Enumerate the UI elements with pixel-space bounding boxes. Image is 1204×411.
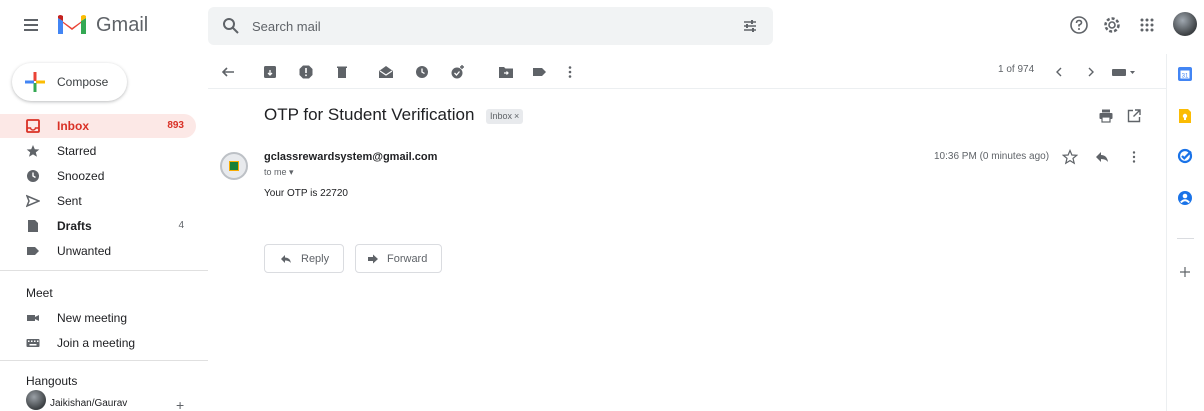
meet-section-title: Meet bbox=[26, 286, 53, 300]
help-icon[interactable] bbox=[1068, 14, 1090, 36]
new-meeting-item[interactable]: New meeting bbox=[0, 306, 196, 330]
contacts-icon[interactable] bbox=[1177, 190, 1193, 206]
toolbar-divider bbox=[208, 88, 1166, 89]
sidebar-item-snoozed[interactable]: Snoozed bbox=[0, 164, 196, 188]
more-vert-icon[interactable] bbox=[1126, 149, 1142, 165]
add-task-icon[interactable] bbox=[450, 64, 466, 80]
reply-button[interactable]: Reply bbox=[264, 244, 344, 273]
print-icon[interactable] bbox=[1098, 108, 1114, 124]
recipient-details[interactable]: to me ▾ bbox=[264, 167, 294, 178]
message-subject: OTP for Student Verification bbox=[264, 105, 475, 124]
reply-label: Reply bbox=[301, 253, 330, 265]
draft-icon bbox=[28, 220, 38, 232]
input-tools-icon[interactable] bbox=[1111, 64, 1137, 80]
back-arrow-icon[interactable] bbox=[220, 64, 236, 80]
calendar-icon[interactable]: 31 bbox=[1177, 66, 1193, 82]
divider bbox=[0, 270, 208, 271]
add-hangout-icon[interactable]: + bbox=[176, 397, 184, 411]
sidebar: Compose Inbox 893 Starred Snoozed Sent D… bbox=[0, 54, 208, 411]
older-icon[interactable] bbox=[1083, 64, 1099, 80]
add-addon-icon[interactable] bbox=[1177, 264, 1193, 280]
hangout-contact-name[interactable]: Jaikishan/Gaurav bbox=[50, 398, 128, 409]
join-meeting-label: Join a meeting bbox=[57, 336, 136, 350]
label-icon bbox=[27, 247, 39, 255]
compose-button[interactable]: Compose bbox=[12, 63, 127, 101]
side-panel: 31 bbox=[1166, 54, 1204, 411]
more-vert-icon[interactable] bbox=[562, 64, 578, 80]
archive-icon[interactable] bbox=[262, 64, 278, 80]
unread-count: 893 bbox=[167, 120, 184, 131]
hangout-contact-avatar[interactable] bbox=[26, 390, 46, 410]
app-title: Gmail bbox=[96, 14, 149, 36]
snooze-icon[interactable] bbox=[414, 64, 430, 80]
inbox-icon bbox=[26, 119, 40, 133]
labels-icon[interactable] bbox=[532, 64, 548, 80]
sender-email[interactable]: gclassrewardsystem@gmail.com bbox=[264, 151, 437, 163]
forward-label: Forward bbox=[387, 253, 428, 265]
keyboard-icon bbox=[26, 339, 40, 347]
open-new-window-icon[interactable] bbox=[1126, 108, 1142, 124]
hamburger-icon[interactable] bbox=[22, 17, 42, 33]
inbox-label-chip[interactable]: Inbox × bbox=[486, 109, 524, 124]
compose-plus-icon bbox=[25, 72, 45, 92]
keep-icon[interactable] bbox=[1177, 108, 1193, 124]
search-input[interactable] bbox=[252, 16, 712, 36]
sidebar-item-label: Snoozed bbox=[57, 169, 105, 183]
search-icon[interactable] bbox=[222, 17, 240, 35]
page-counter: 1 of 974 bbox=[998, 64, 1035, 75]
sidebar-item-label: Starred bbox=[57, 144, 97, 158]
sidebar-item-label: Inbox bbox=[57, 119, 89, 133]
account-avatar[interactable] bbox=[1173, 12, 1197, 36]
forward-button[interactable]: Forward bbox=[355, 244, 442, 273]
divider bbox=[1177, 238, 1194, 239]
sidebar-item-label: Sent bbox=[57, 194, 82, 208]
hangouts-section-title: Hangouts bbox=[26, 374, 78, 388]
label-chip-text: Inbox bbox=[490, 111, 513, 121]
gmail-logo[interactable] bbox=[56, 12, 88, 36]
clock-icon bbox=[27, 170, 39, 182]
message-timestamp: 10:36 PM (0 minutes ago) bbox=[934, 151, 1050, 162]
delete-icon[interactable] bbox=[334, 64, 350, 80]
draft-count: 4 bbox=[178, 220, 184, 231]
message-body: Your OTP is 22720 bbox=[264, 188, 348, 199]
sidebar-item-label: Unwanted bbox=[57, 244, 112, 258]
search-bar[interactable] bbox=[208, 7, 773, 45]
new-meeting-label: New meeting bbox=[57, 311, 128, 325]
join-meeting-item[interactable]: Join a meeting bbox=[0, 331, 196, 355]
sender-avatar[interactable] bbox=[220, 152, 248, 180]
sidebar-item-drafts[interactable]: Drafts 4 bbox=[0, 214, 196, 238]
report-spam-icon[interactable] bbox=[298, 64, 314, 80]
reply-icon[interactable] bbox=[1094, 149, 1110, 165]
remove-label-icon[interactable]: × bbox=[514, 111, 519, 121]
tasks-icon[interactable] bbox=[1177, 148, 1193, 164]
mark-unread-icon[interactable] bbox=[378, 64, 394, 80]
top-bar: Gmail bbox=[0, 0, 1204, 54]
sidebar-item-unwanted[interactable]: Unwanted bbox=[0, 239, 196, 263]
sidebar-item-label: Drafts bbox=[57, 219, 92, 233]
reply-icon bbox=[281, 255, 291, 263]
message-view: 1 of 974 OTP for Student Verification In… bbox=[208, 54, 1166, 411]
sidebar-item-inbox[interactable]: Inbox 893 bbox=[0, 114, 196, 138]
sidebar-item-starred[interactable]: Starred bbox=[0, 139, 196, 163]
star-icon[interactable] bbox=[1062, 149, 1078, 165]
star-icon bbox=[26, 145, 40, 157]
compose-label: Compose bbox=[57, 75, 109, 89]
send-icon bbox=[26, 194, 40, 208]
move-to-icon[interactable] bbox=[498, 64, 514, 80]
forward-icon bbox=[368, 254, 378, 264]
divider bbox=[0, 360, 208, 361]
newer-icon[interactable] bbox=[1051, 64, 1067, 80]
gear-icon[interactable] bbox=[1101, 14, 1123, 36]
svg-text:31: 31 bbox=[1182, 74, 1189, 80]
tune-icon[interactable] bbox=[742, 18, 758, 34]
video-icon bbox=[27, 315, 39, 321]
classroom-logo bbox=[229, 161, 239, 171]
apps-icon[interactable] bbox=[1136, 14, 1158, 36]
sidebar-item-sent[interactable]: Sent bbox=[0, 189, 196, 213]
